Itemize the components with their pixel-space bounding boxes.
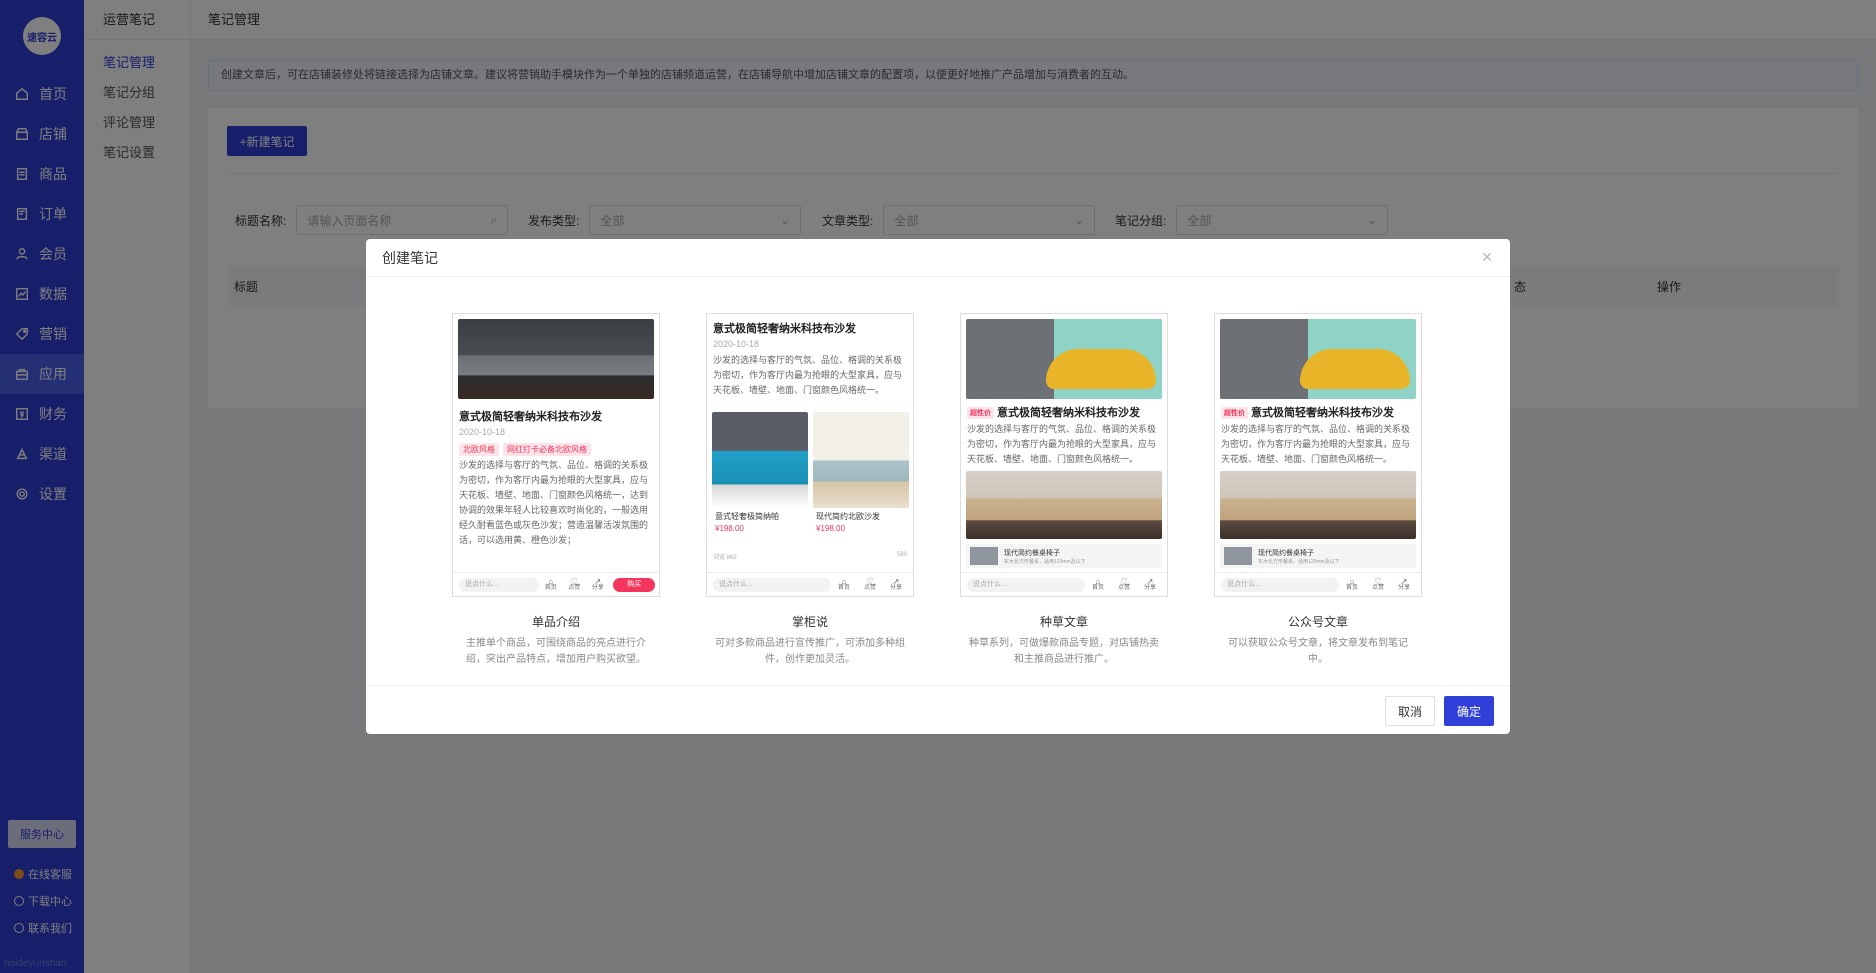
share-icon: ↗ 分享 — [591, 576, 604, 591]
preview-comment-input: 说点什么... — [459, 577, 540, 592]
option-desc: 可对多款商品进行宣传推广，可添加多种组件，创作更加灵活。 — [715, 638, 905, 665]
preview-title: 意式极简轻奢纳米科技布沙发 — [1251, 407, 1394, 419]
preview-tag: 超性价 — [1221, 407, 1248, 420]
preview-bottom-bar: 说点什么... ⌂ 首页 ♡ 点赞 ↗ 分享 — [1215, 572, 1421, 596]
product-card: 意式轻奢极简纳帕 ¥198.00 — [712, 412, 808, 542]
modal-footer: 取消 确定 — [366, 685, 1510, 734]
preview-text: 沙发的选择与客厅的气氛、品位、格调的关系极为密切，作为客厅内最为抢眼的大型家具，… — [1221, 424, 1411, 464]
preview-tag: 超性价 — [967, 407, 994, 420]
option-single-product[interactable]: 意式极简轻奢纳米科技布沙发 2020-10-18 北欧风格 网红打卡必备北欧风格 … — [452, 313, 660, 668]
heart-icon: ♡ 点赞 — [568, 576, 581, 591]
preview-bottom-bar: 说点什么... ⌂ 首页 ♡ 点赞 ↗ 分享 — [707, 572, 913, 596]
preview-title: 意式极简轻奢纳米科技布沙发 — [997, 407, 1140, 419]
product-price: ¥198.00 — [816, 524, 845, 533]
preview-text: 沙发的选择与客厅的气氛、品位、格调的关系极为密切，作为客厅内最为抢眼的大型家具，… — [967, 424, 1157, 464]
product-sub: 实木长方形餐桌，适用120mm及以下 — [1004, 558, 1086, 565]
preview-phone: 意式极简轻奢纳米科技布沙发 2020-10-18 北欧风格 网红打卡必备北欧风格 … — [452, 313, 660, 597]
share-icon: ↗ 分享 — [1397, 576, 1410, 591]
option-name: 单品介绍 — [531, 615, 580, 629]
option-desc: 主推单个商品，可围绕商品的亮点进行介绍，突出产品特点，增加用户购买欲望。 — [466, 638, 646, 665]
product-price: ¥198.00 — [715, 524, 744, 533]
buy-button: 购买 — [613, 577, 655, 592]
preview-date: 2020-10-18 — [713, 339, 760, 349]
product-card: 现代简约餐桌椅子 实木长方形餐桌，适用120mm及以下 — [1220, 544, 1416, 568]
confirm-button[interactable]: 确定 — [1444, 696, 1494, 726]
option-name: 公众号文章 — [1287, 615, 1348, 629]
share-icon: ↗ 分享 — [889, 576, 902, 591]
option-desc: 可以获取公众号文章，将文章发布到笔记中。 — [1228, 638, 1408, 665]
home-icon: ⌂ 首页 — [1091, 576, 1104, 591]
sofa-image — [966, 471, 1162, 539]
preview-text: 沙发的选择与客厅的气氛、品位、格调的关系极为密切，作为客厅内最为抢眼的大型家具，… — [713, 355, 903, 395]
sofa-image — [458, 319, 654, 399]
heart-icon: ♡ 点赞 — [863, 576, 876, 591]
product-card: 现代简约北欧沙发 ¥198.00 — [813, 412, 909, 542]
option-name: 掌柜说 — [791, 615, 828, 629]
sofa-image — [1220, 319, 1416, 399]
sofa-image — [1220, 471, 1416, 539]
preview-comment-input: 说点什么... — [713, 577, 831, 592]
close-icon[interactable]: ✕ — [1478, 248, 1496, 266]
preview-comment-input: 说点什么... — [1221, 577, 1339, 592]
home-icon: ⌂ 首页 — [544, 576, 557, 591]
share-icon: ↗ 分享 — [1143, 576, 1156, 591]
product-name: 现代简约餐桌椅子 — [1258, 549, 1314, 557]
heart-icon: ♡ 点赞 — [1371, 576, 1384, 591]
preview-tag: 北欧风格 — [459, 443, 499, 456]
product-sub: 实木长方形餐桌，适用120mm及以下 — [1258, 558, 1340, 565]
product-card: 现代简约餐桌椅子 实木长方形餐桌，适用120mm及以下 — [966, 544, 1162, 568]
product-name: 意式轻奢极简纳帕 — [715, 512, 779, 521]
preview-bottom-bar: 说点什么... ⌂ 首页 ♡ 点赞 ↗ 分享 — [961, 572, 1167, 596]
sofa-image — [966, 319, 1162, 399]
option-name: 种草文章 — [1039, 615, 1088, 629]
option-wechat-article[interactable]: 超性价 意式极简轻奢纳米科技布沙发 沙发的选择与客厅的气氛、品位、格调的关系极为密… — [1214, 313, 1422, 668]
option-desc: 种草系列，可做爆款商品专题，对店铺热卖和主推商品进行推广。 — [969, 638, 1159, 665]
product-thumb — [1224, 547, 1252, 565]
preview-tag: 网红打卡必备北欧风格 — [503, 443, 591, 456]
create-note-modal: 创建笔记 ✕ 意式极简轻奢纳米科技布沙发 2020-10-18 北欧风格 网红打卡… — [366, 239, 1510, 734]
preview-phone: 意式极简轻奢纳米科技布沙发 2020-10-18 沙发的选择与客厅的气氛、品位、… — [706, 313, 914, 597]
product-name: 现代简约餐桌椅子 — [1004, 549, 1060, 557]
preview-title: 意式极简轻奢纳米科技布沙发 — [459, 411, 602, 423]
sofa-image — [813, 412, 909, 508]
preview-bottom-bar: 说点什么... ⌂ 首页 ♡ 点赞 ↗ 分享 购买 — [453, 572, 659, 596]
home-icon: ⌂ 首页 — [1345, 576, 1358, 591]
heart-icon: ♡ 点赞 — [1117, 576, 1130, 591]
preview-phone: 超性价 意式极简轻奢纳米科技布沙发 沙发的选择与客厅的气氛、品位、格调的关系极为密… — [1214, 313, 1422, 597]
product-name: 现代简约北欧沙发 — [816, 512, 880, 521]
preview-comment-input: 说点什么... — [967, 577, 1085, 592]
cancel-button[interactable]: 取消 — [1385, 696, 1435, 726]
option-shopkeeper[interactable]: 意式极简轻奢纳米科技布沙发 2020-10-18 沙发的选择与客厅的气氛、品位、… — [706, 313, 914, 668]
view-count: 浏览 862 — [713, 555, 737, 561]
modal-title: 创建笔记 — [366, 239, 1510, 277]
preview-phone: 超性价 意式极简轻奢纳米科技布沙发 沙发的选择与客厅的气氛、品位、格调的关系极为密… — [960, 313, 1168, 597]
home-icon: ⌂ 首页 — [837, 576, 850, 591]
sofa-image — [712, 412, 808, 508]
preview-date: 2020-10-18 — [459, 427, 506, 437]
like-count: 580 — [896, 552, 907, 558]
product-thumb — [970, 547, 998, 565]
preview-title: 意式极简轻奢纳米科技布沙发 — [713, 323, 856, 335]
option-grass-article[interactable]: 超性价 意式极简轻奢纳米科技布沙发 沙发的选择与客厅的气氛、品位、格调的关系极为密… — [960, 313, 1168, 668]
preview-text: 沙发的选择与客厅的气氛、品位、格调的关系极为密切，作为客厅内最为抢眼的大型家具，… — [459, 460, 649, 545]
